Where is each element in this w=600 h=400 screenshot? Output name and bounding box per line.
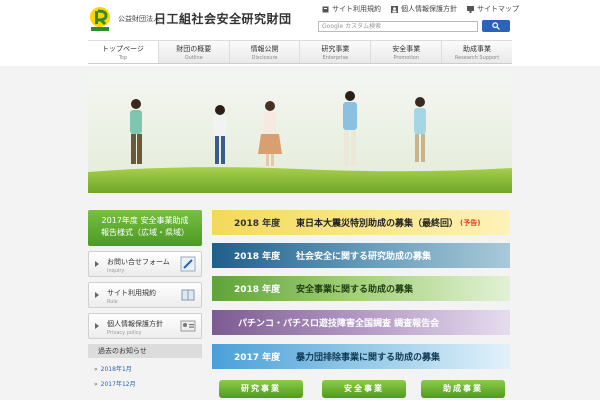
nav-sublabel: Enterprise [322,55,349,61]
nav-label: 財団の概要 [176,45,212,53]
banner-disaster-grant[interactable]: 2018 年度 東日本大震災特別助成の募集（最終回） (予告) [212,210,510,235]
report-form-line2: 報告様式（広域・県域） [101,228,189,237]
search-icon [492,22,500,30]
nav-item-disclosure[interactable]: 情報公開 Disclosure [230,41,301,63]
chevron-right-icon [95,261,99,267]
banner-year: 2018 年度 [234,252,281,262]
nav-sublabel: Top [118,55,128,61]
nav-label: 助成事業 [463,45,492,53]
safety-project-button[interactable]: 安全事業 [322,380,406,398]
banner-survey-report[interactable]: パチンコ・パチスロ遊技障害全国調査 調査報告会 [212,310,510,335]
sidebar: 2017年度 安全事業助成 報告様式（広域・県域） お問い合せフォーム Inqu… [88,210,202,388]
logo-icon[interactable] [88,6,112,32]
banner-title: 暴力団排除事業に関する助成の募集 [296,353,441,363]
chevron-right-icon: » [94,381,98,388]
id-card-icon [180,320,196,332]
book-icon [181,289,195,301]
research-project-button[interactable]: 研究事業 [219,380,303,398]
nav-label: 情報公開 [250,45,279,53]
sitemap-link[interactable]: サイトマップ [467,4,519,14]
terms-link-label: サイト利用規約 [332,5,381,13]
terms-link[interactable]: サイト利用規約 [322,4,381,14]
banner-safety-grant[interactable]: 2018 年度 安全事業に関する助成の募集 [212,276,510,301]
news-heading: 過去のお知らせ [88,344,202,358]
main-nav: トップページ Top 財団の概要 Outline 情報公開 Disclosure 研究… [88,40,512,64]
banner-year: 2018 年度 [234,285,281,295]
chevron-right-icon [95,292,99,298]
report-form-line1: 2017年度 安全事業助成 [101,216,189,225]
grant-project-button[interactable]: 助成事業 [421,380,505,398]
inquiry-button[interactable]: お問い合せフォーム Inquiry [88,251,202,277]
top-links: サイト利用規約 個人情報保護方針 サイトマップ [322,4,519,14]
nav-sublabel: Outline [184,55,203,61]
nav-label: 安全事業 [392,45,421,53]
pen-icon [180,256,196,272]
search-input[interactable]: Google カスタム検索 [318,21,478,32]
chevron-right-icon: » [94,366,98,373]
report-form-button[interactable]: 2017年度 安全事業助成 報告様式（広域・県域） [88,210,202,246]
org-name[interactable]: 日工組社会安全研究財団 [154,10,292,27]
privacy-link[interactable]: 個人情報保護方針 [391,4,457,14]
nav-item-research-support[interactable]: 助成事業 Research Support [442,41,512,63]
news-item-label: 2017年12月 [100,381,136,388]
privacy-link-label: 個人情報保護方針 [401,5,457,13]
banner-tag: (予告) [460,218,481,227]
nav-item-top[interactable]: トップページ Top [88,41,159,63]
hero-image [88,72,512,193]
nav-sublabel: Disclosure [251,55,278,61]
banner-title: 社会安全に関する研究助成の募集 [296,252,432,262]
terms-button[interactable]: サイト利用規約 Rule [88,282,202,308]
news-item[interactable]: » 2017年12月 [94,379,202,388]
search-button[interactable] [482,20,510,32]
sitemap-link-label: サイトマップ [477,5,519,13]
banner-title: パチンコ・パチスロ遊技障害全国調査 調査報告会 [238,319,440,329]
nav-sublabel: Promotion [393,55,419,61]
nav-label: 研究事業 [321,45,350,53]
privacy-button[interactable]: 個人情報保護方針 Privacy policy [88,313,202,339]
banner-title: 東日本大震災特別助成の募集（最終回） (予告) [296,210,480,235]
nav-sublabel: Research Support [454,55,500,61]
nav-item-promotion[interactable]: 安全事業 Promotion [371,41,443,63]
chevron-right-icon [95,323,99,329]
banner-title: 安全事業に関する助成の募集 [296,285,414,295]
banner-antigang-grant[interactable]: 2017 年度 暴力団排除事業に関する助成の募集 [212,344,510,369]
news-item[interactable]: » 2018年1月 [94,364,202,373]
banner-title-text: 東日本大震災特別助成の募集（最終回） [296,219,459,229]
banner-year: 2017 年度 [234,353,281,363]
nav-item-enterprise[interactable]: 研究事業 Enterprise [300,41,372,63]
sitemap-icon [467,5,474,13]
document-icon [322,6,329,12]
person-icon [391,5,398,13]
banner-research-grant[interactable]: 2018 年度 社会安全に関する研究助成の募集 [212,243,510,268]
news-item-label: 2018年1月 [100,366,132,373]
nav-label: トップページ [101,45,144,53]
nav-item-outline[interactable]: 財団の概要 Outline [159,41,230,63]
banner-year: 2018 年度 [234,219,281,229]
